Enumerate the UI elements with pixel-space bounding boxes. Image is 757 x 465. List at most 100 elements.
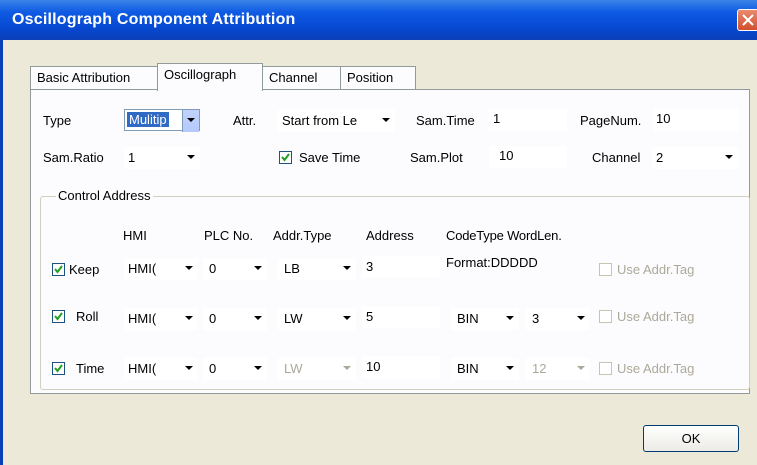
- keep-plc-value: 0: [209, 261, 217, 276]
- keep-addrtype-select[interactable]: LB: [278, 258, 356, 280]
- tab-label: Position: [347, 70, 394, 85]
- time-wordlen-select[interactable]: 12: [526, 358, 590, 380]
- channel-label: Channel: [592, 150, 641, 165]
- chevron-down-icon: [339, 358, 356, 380]
- attr-select[interactable]: Start from Le: [278, 110, 395, 132]
- tab-label: Channel: [269, 70, 318, 85]
- checkmark-icon: [54, 364, 63, 373]
- window-title: Oscillograph Component Attribution: [12, 11, 296, 28]
- keep-use-addr-tag-label: Use Addr.Tag: [617, 262, 695, 277]
- chevron-down-icon: [573, 308, 590, 330]
- control-address-title: Control Address: [56, 188, 153, 203]
- checkmark-icon: [54, 312, 63, 321]
- checkmark-icon: [281, 153, 290, 162]
- keep-hmi-select[interactable]: HMI(: [124, 258, 198, 280]
- keep-checkbox[interactable]: [52, 263, 65, 276]
- pagenum-value: 10: [656, 111, 671, 126]
- attr-label: Attr.: [233, 113, 257, 128]
- ok-button[interactable]: OK: [643, 425, 739, 452]
- time-codetype-value: BIN: [457, 361, 479, 376]
- close-icon: [742, 14, 754, 26]
- chevron-down-icon: [250, 358, 267, 380]
- chevron-down-icon: [339, 258, 356, 280]
- roll-addrtype-value: LW: [284, 311, 303, 326]
- roll-plc-value: 0: [209, 311, 217, 326]
- roll-address-value: 5: [366, 309, 374, 324]
- chevron-down-icon: [183, 147, 200, 169]
- samratio-label: Sam.Ratio: [43, 150, 104, 165]
- pagenum-input[interactable]: 10: [654, 109, 738, 131]
- samtime-label: Sam.Time: [416, 113, 475, 128]
- roll-codetype-value: BIN: [457, 311, 479, 326]
- pagenum-label: PageNum.: [580, 113, 642, 128]
- time-address-input[interactable]: 10: [362, 356, 440, 378]
- time-addrtype-select[interactable]: LW: [278, 358, 356, 380]
- chevron-down-icon: [502, 308, 519, 330]
- tab-label: Oscillograph: [164, 67, 237, 82]
- roll-hmi-select[interactable]: HMI(: [124, 308, 198, 330]
- keep-use-addr-tag-checkbox[interactable]: [599, 263, 612, 276]
- roll-addrtype-select[interactable]: LW: [278, 308, 356, 330]
- chevron-down-icon: [250, 258, 267, 280]
- tab-label: Basic Attribution: [37, 70, 131, 85]
- ok-label: OK: [681, 431, 701, 446]
- time-checkbox[interactable]: [52, 362, 65, 375]
- tab-oscillograph[interactable]: Oscillograph: [157, 63, 263, 91]
- time-codetype-select[interactable]: BIN: [451, 358, 519, 380]
- samtime-input[interactable]: 1: [489, 109, 567, 131]
- chevron-down-icon: [182, 110, 199, 132]
- type-label: Type: [43, 113, 72, 128]
- tab-position[interactable]: Position: [340, 66, 416, 90]
- keep-address-input[interactable]: 3: [362, 256, 440, 278]
- chevron-down-icon: [721, 147, 738, 169]
- header-codetype-wordlen: CodeType WordLen.: [446, 228, 562, 243]
- samratio-select[interactable]: 1: [124, 147, 200, 169]
- tab-channel[interactable]: Channel: [262, 66, 341, 90]
- roll-use-addr-tag-checkbox[interactable]: [599, 310, 612, 323]
- roll-wordlen-value: 3: [532, 311, 540, 326]
- roll-plc-select[interactable]: 0: [203, 308, 267, 330]
- chevron-down-icon: [181, 258, 198, 280]
- chevron-down-icon: [339, 308, 356, 330]
- dialog-window: Oscillograph Component Attribution Basic…: [0, 0, 757, 465]
- time-wordlen-value: 12: [532, 361, 547, 376]
- time-use-addr-tag-checkbox[interactable]: [599, 362, 612, 375]
- time-plc-value: 0: [209, 361, 217, 376]
- samplot-input[interactable]: 10: [489, 146, 567, 168]
- attr-value: Start from Le: [282, 113, 358, 128]
- time-address-value: 10: [366, 359, 381, 374]
- chevron-down-icon: [181, 358, 198, 380]
- keep-hmi-value: HMI(: [128, 261, 157, 276]
- roll-label: Roll: [76, 309, 99, 324]
- roll-address-input[interactable]: 5: [362, 306, 440, 328]
- roll-checkbox[interactable]: [52, 310, 65, 323]
- chevron-down-icon: [502, 358, 519, 380]
- savetime-checkbox[interactable]: [279, 151, 292, 164]
- time-plc-select[interactable]: 0: [203, 358, 267, 380]
- chevron-down-icon: [250, 308, 267, 330]
- keep-address-value: 3: [366, 259, 374, 274]
- time-use-addr-tag-label: Use Addr.Tag: [617, 361, 695, 376]
- samplot-value: 10: [499, 148, 514, 163]
- savetime-label: Save Time: [299, 150, 361, 165]
- header-hmi: HMI: [123, 228, 147, 243]
- type-value: Mulitip: [127, 112, 169, 127]
- close-button[interactable]: [737, 9, 757, 31]
- tab-basic-attribution[interactable]: Basic Attribution: [30, 66, 158, 90]
- header-addrtype: Addr.Type: [273, 228, 332, 243]
- roll-hmi-value: HMI(: [128, 311, 157, 326]
- keep-plc-select[interactable]: 0: [203, 258, 267, 280]
- header-plc: PLC No.: [204, 228, 254, 243]
- chevron-down-icon: [181, 308, 198, 330]
- samtime-value: 1: [493, 111, 501, 126]
- chevron-down-icon: [378, 110, 395, 132]
- roll-wordlen-select[interactable]: 3: [526, 308, 590, 330]
- channel-select[interactable]: 2: [652, 147, 738, 169]
- time-hmi-value: HMI(: [128, 361, 157, 376]
- format-text: Format:DDDDD: [446, 255, 538, 270]
- chevron-down-icon: [573, 358, 590, 380]
- title-bar: Oscillograph Component Attribution: [0, 0, 757, 40]
- type-select[interactable]: Mulitip: [124, 109, 200, 132]
- roll-codetype-select[interactable]: BIN: [451, 308, 519, 330]
- time-hmi-select[interactable]: HMI(: [124, 358, 198, 380]
